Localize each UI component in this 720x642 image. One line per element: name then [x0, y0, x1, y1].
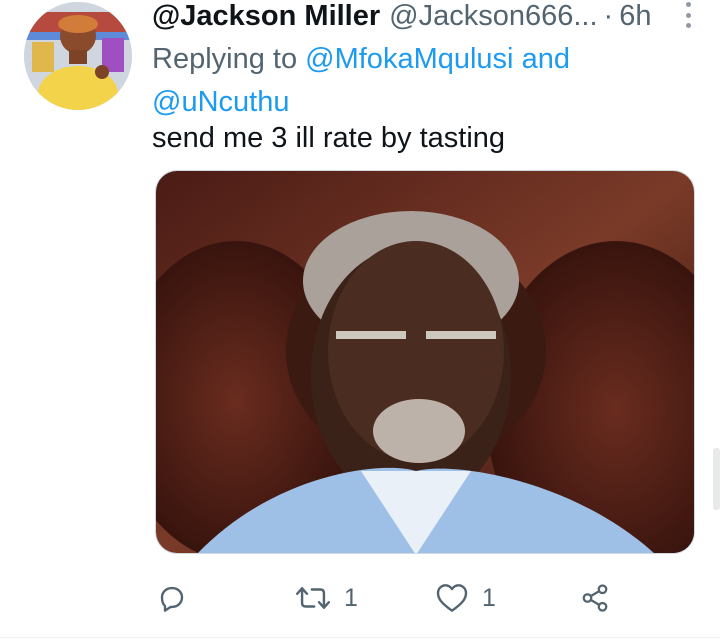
share-button[interactable]: [580, 578, 610, 618]
reply-icon: [160, 586, 184, 612]
more-options-icon[interactable]: [684, 2, 692, 28]
scrollbar[interactable]: [713, 448, 720, 510]
retweet-icon: [296, 587, 330, 609]
tweet-text: send me 3 ill rate by tasting: [152, 122, 506, 154]
separator-dot: ·: [603, 0, 614, 32]
replying-prefix: Replying to: [152, 43, 298, 75]
retweet-button[interactable]: 1: [296, 578, 358, 618]
like-count: 1: [482, 583, 496, 612]
mention-conjunction[interactable]: and: [522, 43, 570, 75]
display-name[interactable]: @Jackson Miller: [152, 0, 380, 33]
avatar[interactable]: [24, 2, 132, 110]
mention-link[interactable]: @uNcuthu: [152, 86, 289, 118]
replying-to: Replying to @MfokaMqulusi and @uNcuthu: [152, 38, 622, 124]
divider: [0, 637, 720, 638]
tweet-header: @Jackson Miller @Jackson666... · 6h: [152, 0, 680, 34]
retweet-count: 1: [344, 583, 358, 612]
heart-icon: [436, 584, 468, 612]
share-icon: [582, 584, 608, 612]
tweet-actions: 1 1: [0, 578, 720, 618]
reply-button[interactable]: [157, 578, 187, 618]
like-button[interactable]: 1: [436, 578, 496, 618]
user-handle[interactable]: @Jackson666...: [389, 0, 597, 33]
tweet-time[interactable]: 6h: [619, 0, 651, 33]
mention-link[interactable]: @MfokaMqulusi: [305, 43, 513, 75]
tweet-media-image[interactable]: [155, 170, 695, 554]
